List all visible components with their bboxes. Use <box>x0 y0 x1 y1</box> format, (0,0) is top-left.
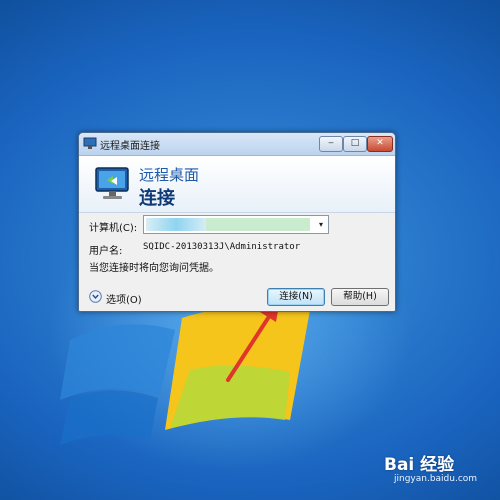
maximize-button[interactable]: □ <box>343 136 367 152</box>
banner-title: 远程桌面 <box>139 166 200 184</box>
connect-button[interactable]: 连接(N) <box>267 288 325 306</box>
minimize-button[interactable]: ‒ <box>319 136 343 152</box>
help-button[interactable]: 帮助(H) <box>331 288 389 306</box>
username-label: 用户名: <box>89 246 123 257</box>
watermark-logo: Bai 经验 <box>384 455 455 475</box>
watermark-url: jingyan.baidu.com <box>394 474 478 484</box>
remote-desktop-icon <box>83 137 97 149</box>
username-value: SQIDC-20130313J\Administrator <box>143 242 301 252</box>
monitor-icon <box>95 167 129 199</box>
computer-combobox[interactable]: ▾ <box>143 215 329 234</box>
credentials-hint: 当您连接时将向您询问凭据。 <box>89 263 219 274</box>
chevron-down-icon[interactable]: ▾ <box>314 216 328 233</box>
chevron-down-circle-icon <box>89 290 102 303</box>
header-banner: 远程桌面 连接 <box>79 156 395 213</box>
computer-value-blur <box>146 218 206 231</box>
banner-subtitle: 连接 <box>139 188 175 209</box>
options-label: 选项(O) <box>106 295 142 306</box>
close-button[interactable]: ✕ <box>367 136 393 152</box>
title-bar: 远程桌面连接 ‒ □ ✕ <box>79 133 395 156</box>
remote-desktop-dialog: 远程桌面连接 ‒ □ ✕ 远程桌面 连接 计算机(C): ▾ 用户名: SQID… <box>78 132 396 312</box>
window-title: 远程桌面连接 <box>100 141 160 152</box>
windows-logo <box>60 306 310 445</box>
computer-label: 计算机(C): <box>89 223 138 234</box>
